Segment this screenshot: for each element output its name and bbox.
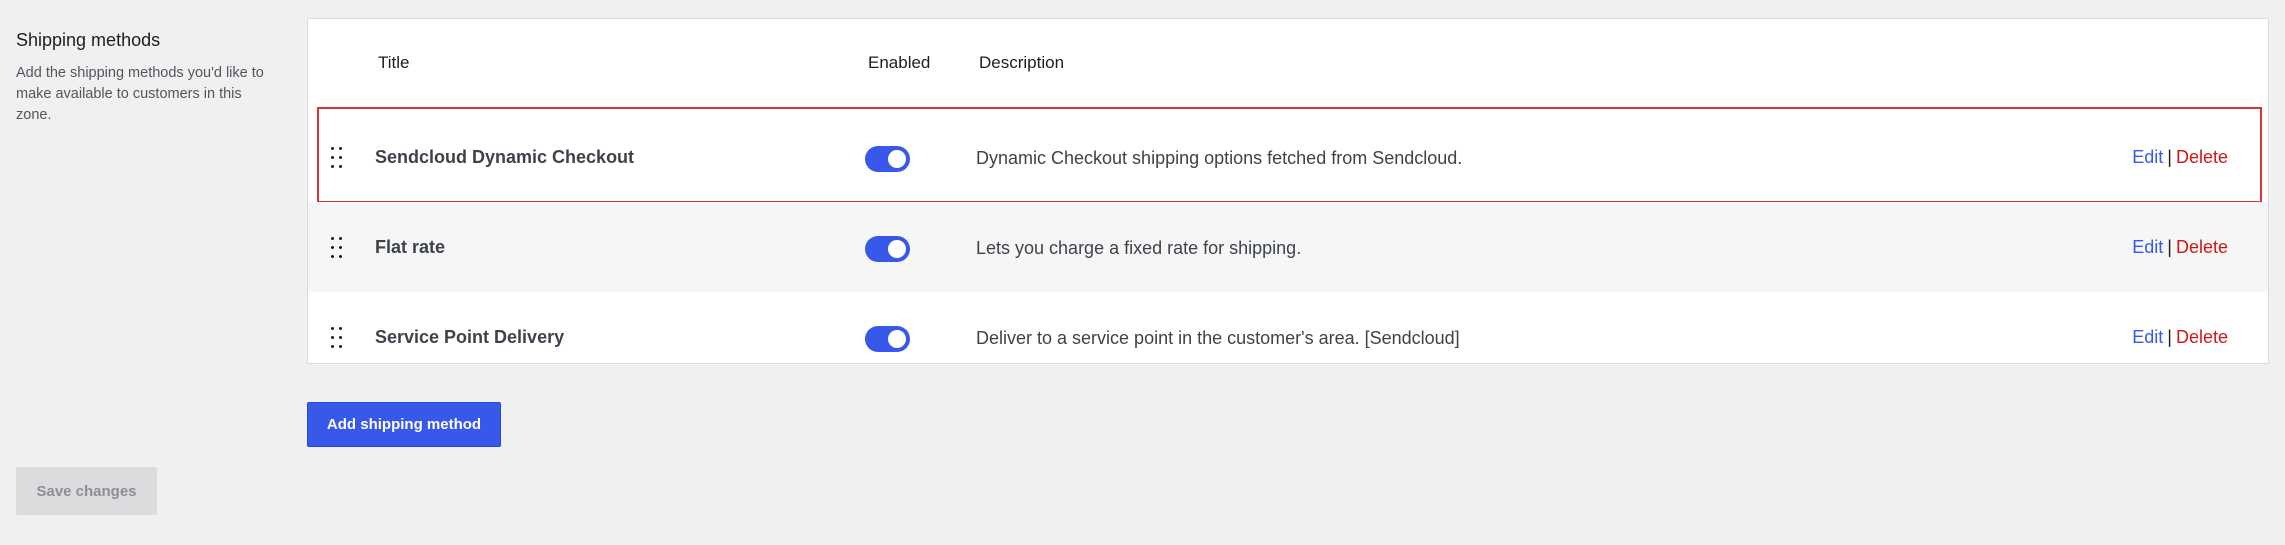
section-sidebar: Shipping methods Add the shipping method… <box>16 30 266 126</box>
drag-handle-icon[interactable] <box>331 147 345 169</box>
action-separator: | <box>2167 237 2172 257</box>
edit-link[interactable]: Edit <box>2132 327 2163 347</box>
shipping-methods-table: Title Enabled Description Sendcloud Dyna… <box>307 18 2269 364</box>
method-description: Deliver to a service point in the custom… <box>976 328 1460 348</box>
header-description: Description <box>979 53 1065 72</box>
enabled-toggle[interactable] <box>865 236 910 262</box>
header-enabled: Enabled <box>868 53 931 72</box>
row-actions: Edit | Delete <box>2132 147 2228 168</box>
row-actions: Edit | Delete <box>2132 237 2228 258</box>
enabled-toggle[interactable] <box>865 326 910 352</box>
section-description: Add the shipping methods you'd like to m… <box>16 65 264 123</box>
delete-link[interactable]: Delete <box>2176 327 2228 347</box>
method-title: Flat rate <box>375 237 446 257</box>
delete-link[interactable]: Delete <box>2176 147 2228 167</box>
method-title: Sendcloud Dynamic Checkout <box>375 147 635 167</box>
add-shipping-method-button[interactable]: Add shipping method <box>307 402 501 447</box>
table-header: Title Enabled Description <box>308 19 2268 91</box>
save-changes-button[interactable]: Save changes <box>16 467 157 515</box>
table-row: Flat rate Lets you charge a fixed rate f… <box>308 202 2268 292</box>
delete-link[interactable]: Delete <box>2176 237 2228 257</box>
row-actions: Edit | Delete <box>2132 327 2228 348</box>
action-separator: | <box>2167 147 2172 167</box>
section-title: Shipping methods <box>16 30 161 50</box>
header-title: Title <box>378 53 410 72</box>
edit-link[interactable]: Edit <box>2132 237 2163 257</box>
edit-link[interactable]: Edit <box>2132 147 2163 167</box>
method-description: Dynamic Checkout shipping options fetche… <box>976 148 1463 168</box>
table-row: Service Point Delivery Deliver to a serv… <box>308 292 2268 382</box>
drag-handle-icon[interactable] <box>331 327 345 349</box>
drag-handle-icon[interactable] <box>331 237 345 259</box>
action-separator: | <box>2167 327 2172 347</box>
method-title: Service Point Delivery <box>375 327 565 347</box>
enabled-toggle[interactable] <box>865 146 910 172</box>
method-description: Lets you charge a fixed rate for shippin… <box>976 238 1302 258</box>
table-row: Sendcloud Dynamic Checkout Dynamic Check… <box>308 107 2268 203</box>
